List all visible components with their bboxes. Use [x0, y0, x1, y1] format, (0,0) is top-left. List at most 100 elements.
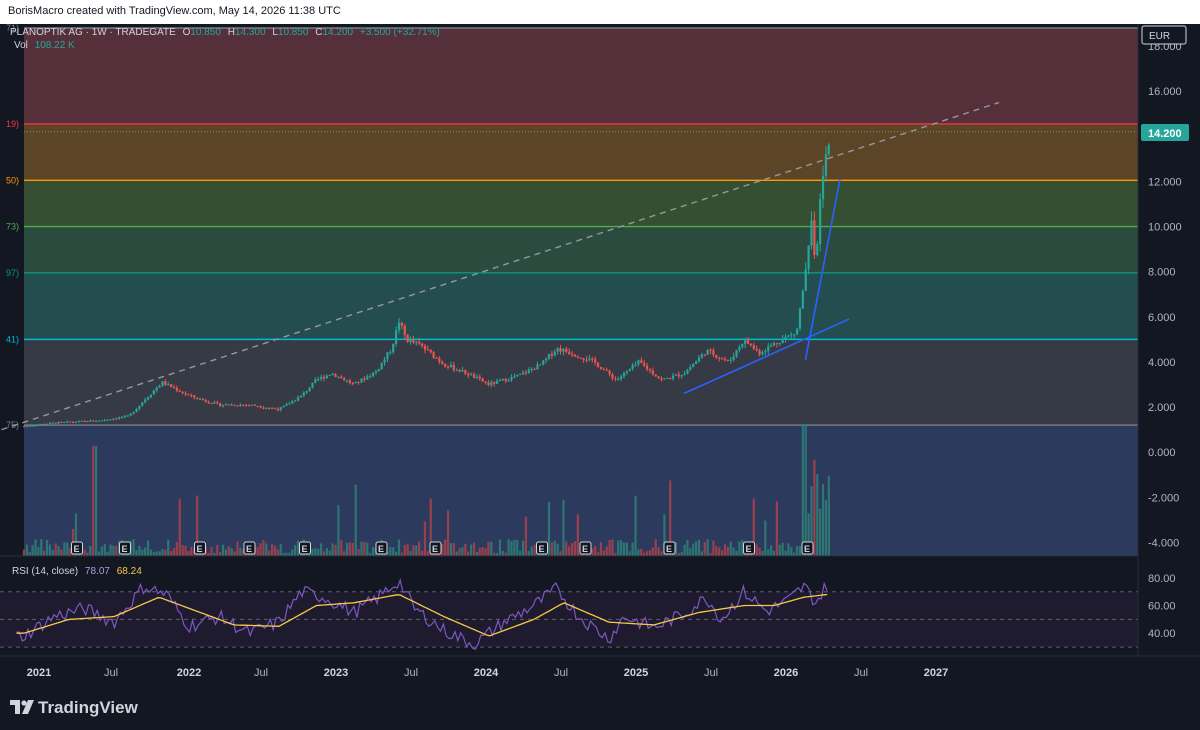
candle-body	[692, 364, 695, 368]
volume-bar	[144, 547, 147, 556]
candle-body	[553, 351, 556, 356]
candle-body	[438, 358, 441, 362]
volume-bar	[106, 551, 109, 556]
candle-body	[475, 376, 478, 378]
candle-body	[596, 362, 600, 368]
candle-body	[767, 346, 770, 352]
volume-bar	[617, 540, 620, 556]
candle-body	[501, 378, 504, 381]
volume-bar	[605, 546, 608, 556]
tradingview-brand[interactable]: TradingView	[38, 698, 138, 718]
volume-bar	[484, 548, 487, 556]
caption-text: BorisMacro created with TradingView.com,…	[8, 5, 341, 17]
candle-body	[210, 402, 213, 404]
volume-bar	[481, 547, 484, 556]
candle-body	[69, 421, 72, 423]
price-tick-label: -4.000	[1148, 537, 1179, 549]
volume-bar	[565, 541, 568, 556]
candle-body	[521, 372, 525, 374]
candle-body	[415, 341, 418, 343]
candle-body	[213, 402, 216, 404]
volume-bar	[328, 550, 331, 556]
candle-body	[253, 404, 256, 406]
volume-bar	[418, 541, 421, 556]
candle-body	[190, 395, 193, 397]
candle-body	[285, 403, 288, 406]
candle-body	[674, 374, 678, 376]
volume-bar	[40, 539, 43, 556]
rsi-tick-label: 40.00	[1148, 628, 1176, 640]
volume-bar	[697, 539, 701, 556]
candle-body	[112, 418, 115, 420]
time-tick-label: 2023	[324, 667, 348, 679]
volume-bar	[735, 550, 738, 556]
candle-body	[695, 361, 698, 365]
price-chart[interactable]: 71)19)50)73)97)41)75) EEEEEEEEEEEE 18.00…	[0, 24, 1200, 684]
rsi-value: 78.07	[85, 566, 110, 577]
candle-body	[305, 391, 308, 393]
price-tick-label: 6.000	[1148, 312, 1176, 324]
candle-body	[498, 380, 502, 382]
volume-bar	[715, 545, 718, 556]
candle-body	[770, 345, 773, 347]
volume-bar	[51, 549, 54, 556]
volume-bar	[230, 548, 233, 556]
volume-bar	[83, 549, 86, 556]
candle-body	[585, 359, 588, 361]
candle-body	[178, 390, 181, 392]
volume-bar	[622, 542, 626, 556]
volume-bar	[712, 540, 715, 556]
time-tick-label: 2026	[774, 667, 798, 679]
rsi-pane	[0, 560, 1138, 658]
candle-body	[400, 322, 403, 326]
price-axis	[1138, 24, 1200, 684]
candle-body	[247, 404, 251, 406]
volume-bar	[472, 542, 476, 556]
volume-bar	[467, 551, 470, 556]
candle-body	[256, 405, 259, 407]
candle-body	[472, 374, 476, 378]
volume-bar	[45, 540, 49, 556]
tradingview-logo-icon[interactable]	[10, 698, 34, 716]
candle-body	[322, 376, 326, 379]
candle-body	[314, 379, 317, 383]
volume-bar	[184, 545, 187, 556]
symbol-title: PLANOPTIK AG · 1W · TRADEGATE	[10, 27, 176, 38]
candle-body	[155, 387, 158, 391]
candle-body	[138, 405, 141, 409]
candle-body	[686, 369, 689, 374]
volume-bar	[115, 546, 118, 556]
volume-bar	[187, 551, 190, 556]
candle-body	[221, 405, 225, 407]
candle-body	[455, 369, 458, 371]
volume-bar	[95, 446, 98, 556]
volume-bar	[233, 551, 236, 556]
volume-bar	[265, 543, 268, 556]
candle-body	[409, 339, 412, 342]
candle-body	[556, 348, 559, 352]
candle-body	[172, 387, 176, 389]
volume-bar	[804, 424, 807, 556]
volume-bar	[63, 542, 66, 556]
candle-body	[801, 290, 804, 309]
candle-body	[449, 364, 453, 368]
fib-retracement[interactable]: 71)19)50)73)97)41)75)	[6, 24, 1138, 556]
candle-body	[144, 399, 147, 403]
volume-bar	[594, 546, 597, 556]
candle-body	[570, 354, 574, 356]
candle-body	[709, 349, 712, 351]
candle-body	[778, 343, 781, 345]
rsi-tick-label: 80.00	[1148, 573, 1176, 585]
candle-body	[195, 397, 199, 399]
candle-body	[764, 351, 767, 353]
candle-body	[369, 376, 372, 378]
candle-body	[386, 352, 389, 360]
volume-bar	[210, 546, 213, 556]
candle-body	[516, 374, 519, 377]
candle-body	[519, 373, 522, 375]
volume-bar	[268, 550, 271, 556]
candle-body	[542, 360, 545, 365]
volume-bar	[755, 544, 758, 556]
candle-body	[550, 354, 553, 356]
volume-bar	[533, 544, 536, 556]
